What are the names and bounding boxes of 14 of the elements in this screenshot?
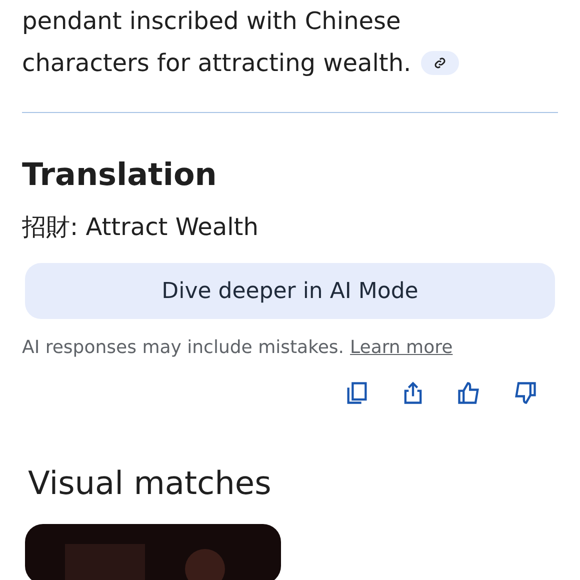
answer-text: pendant inscribed with Chinese [22,6,401,37]
link-button[interactable] [421,51,460,75]
like-button[interactable] [456,380,482,406]
answer-text: characters for attracting wealth. [22,48,412,79]
learn-more-link[interactable]: Learn more [350,337,453,358]
translation-text: 招財: Attract Wealth [22,212,260,243]
dislike-button[interactable] [512,380,538,406]
link-icon [434,57,446,69]
section-heading: Translation [22,157,218,193]
ai-mode-button[interactable]: Dive deeper in AI Mode [25,263,555,319]
thumbs-down-icon [512,380,538,406]
section-heading: Visual matches [27,464,272,502]
thumbs-up-icon [456,380,482,406]
disclaimer-text: AI responses may include mistakes. [22,337,344,358]
